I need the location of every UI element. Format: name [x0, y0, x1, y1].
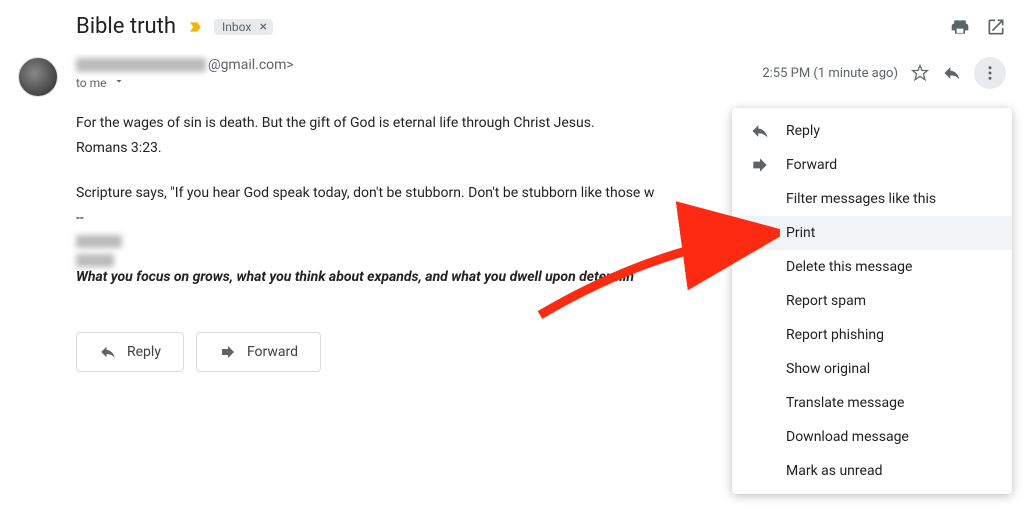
print-all-icon[interactable] — [950, 17, 970, 37]
header-action-icons — [950, 17, 1024, 37]
menu-item-label: Delete this message — [786, 259, 912, 275]
to-label: to me — [76, 76, 107, 90]
menu-item-report-spam[interactable]: Report spam — [732, 284, 1012, 318]
menu-item-forward[interactable]: Forward — [732, 148, 1012, 182]
menu-item-download-message[interactable]: Download message — [732, 420, 1012, 454]
open-new-window-icon[interactable] — [986, 17, 1006, 37]
menu-item-report-phishing[interactable]: Report phishing — [732, 318, 1012, 352]
email-header: Bible truth Inbox × — [0, 0, 1024, 47]
menu-item-label: Report spam — [786, 293, 866, 309]
forward-button-label: Forward — [247, 344, 298, 360]
email-subject: Bible truth — [76, 14, 176, 39]
sender-email-suffix: @gmail.com> — [208, 57, 294, 73]
menu-item-print[interactable]: Print — [732, 216, 1012, 250]
menu-item-label: Filter messages like this — [786, 191, 936, 207]
important-marker-icon[interactable] — [188, 20, 204, 34]
menu-item-mark-as-unread[interactable]: Mark as unread — [732, 454, 1012, 488]
label-chip-text: Inbox — [222, 20, 251, 34]
reply-button-label: Reply — [127, 344, 161, 360]
sender-name-redacted — [76, 58, 206, 72]
star-icon[interactable] — [910, 63, 930, 83]
message-header-row: @gmail.com> to me 2:55 PM (1 minute ago) — [0, 47, 1024, 97]
menu-item-show-original[interactable]: Show original — [732, 352, 1012, 386]
message-time: 2:55 PM (1 minute ago) — [762, 66, 898, 81]
menu-item-label: Download message — [786, 429, 909, 445]
menu-item-label: Report phishing — [786, 327, 884, 343]
reply-icon — [750, 121, 770, 141]
menu-item-label: Forward — [786, 157, 837, 173]
menu-item-label: Mark as unread — [786, 463, 882, 479]
menu-item-label: Print — [786, 225, 815, 241]
show-details-icon[interactable] — [113, 75, 125, 90]
reply-button[interactable]: Reply — [76, 332, 184, 372]
message-meta: 2:55 PM (1 minute ago) — [762, 57, 1006, 89]
menu-item-translate-message[interactable]: Translate message — [732, 386, 1012, 420]
menu-item-label: Show original — [786, 361, 870, 377]
label-chip-inbox[interactable]: Inbox × — [214, 19, 273, 35]
more-options-button[interactable] — [974, 57, 1006, 89]
menu-item-label: Translate message — [786, 395, 904, 411]
remove-label-icon[interactable]: × — [255, 20, 271, 34]
reply-icon[interactable] — [942, 63, 962, 83]
signature-redacted — [76, 235, 122, 248]
menu-item-delete-this-message[interactable]: Delete this message — [732, 250, 1012, 284]
forward-icon — [750, 155, 770, 175]
sender-avatar[interactable] — [18, 57, 58, 97]
signature-redacted — [76, 254, 114, 267]
menu-item-reply[interactable]: Reply — [732, 114, 1012, 148]
more-options-menu: Reply Forward Filter messages like this Pri… — [732, 108, 1012, 494]
menu-item-label: Reply — [786, 123, 820, 139]
menu-item-filter-messages-like-this[interactable]: Filter messages like this — [732, 182, 1012, 216]
forward-button[interactable]: Forward — [196, 332, 321, 372]
